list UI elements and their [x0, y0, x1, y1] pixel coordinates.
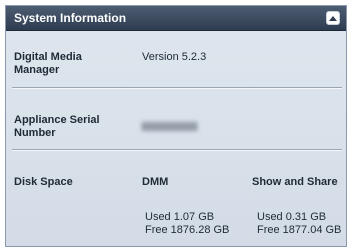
panel-header: System Information [6, 6, 346, 31]
dmm-free-value: Free 1876.28 GB [145, 224, 230, 236]
divider [12, 149, 342, 151]
dmm-used-value: Used 1.07 GB [145, 211, 215, 223]
chevron-up-icon [329, 16, 337, 21]
serial-value-obscured [142, 118, 200, 131]
sns-used-value: Used 0.31 GB [257, 211, 327, 223]
system-information-panel: System Information Digital Media Manager… [5, 5, 347, 247]
disk-space-label: Disk Space [14, 176, 73, 188]
serial-label: Appliance Serial Number [14, 114, 100, 139]
disk-show-and-share-header: Show and Share [252, 176, 338, 188]
disk-dmm-header: DMM [142, 176, 169, 188]
divider [12, 87, 342, 89]
panel-title: System Information [14, 11, 127, 25]
collapse-button[interactable] [326, 11, 340, 25]
dmm-label: Digital Media Manager [14, 51, 82, 76]
dmm-version-value: Version 5.2.3 [142, 51, 207, 63]
sns-free-value: Free 1877.04 GB [257, 224, 342, 236]
